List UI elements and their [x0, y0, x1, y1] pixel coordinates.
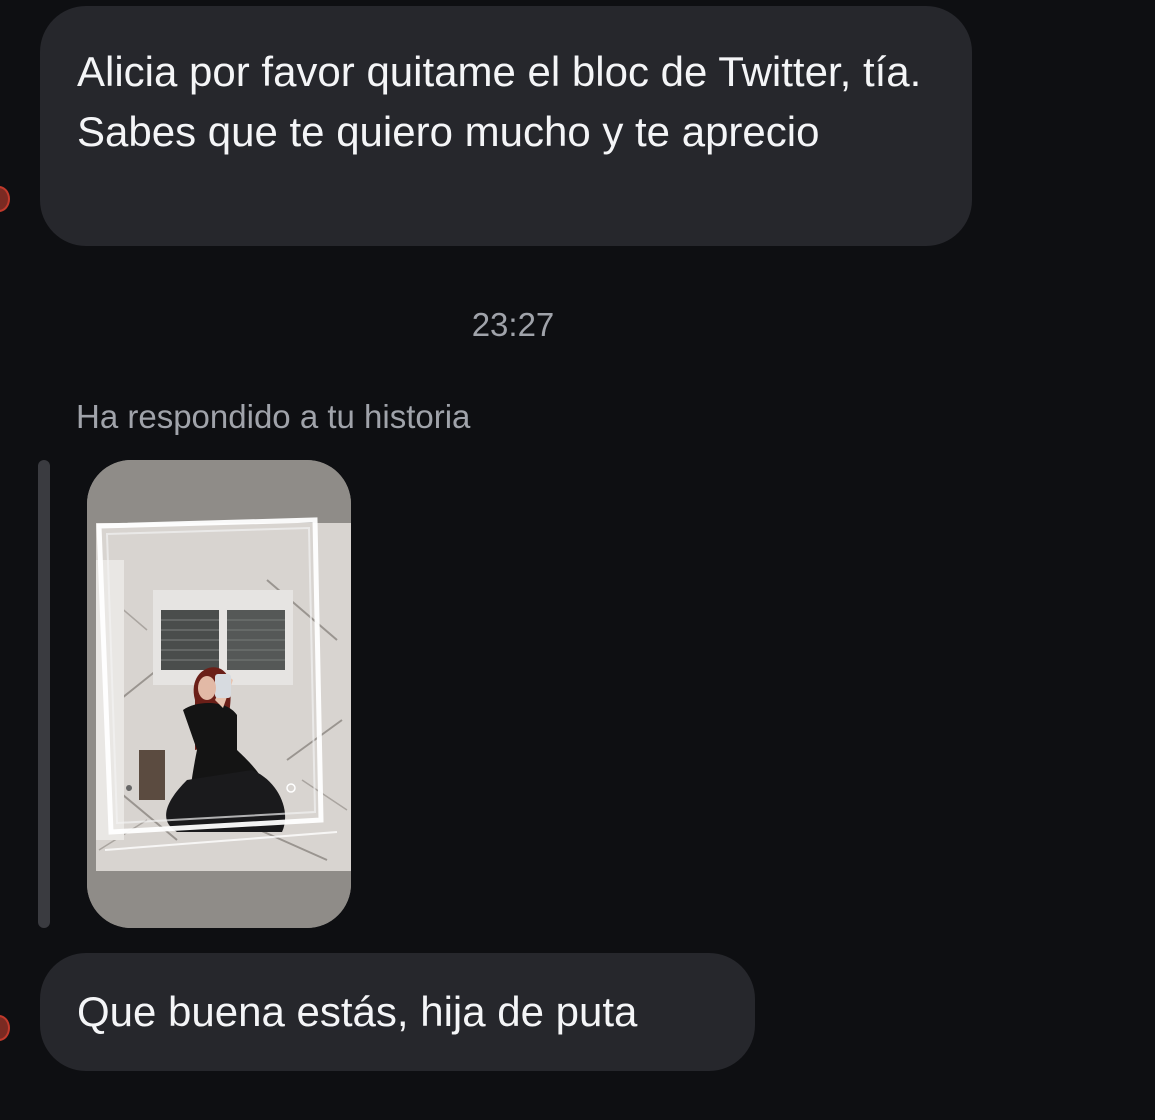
story-thumbnail[interactable]: [87, 460, 351, 928]
dm-thread: Alicia por favor quitame el bloc de Twit…: [0, 0, 1155, 1120]
story-photo: [87, 460, 351, 928]
story-reply-label: Ha respondido a tu historia: [76, 398, 471, 435]
incoming-message-bubble-2[interactable]: Que buena estás, hija de puta: [40, 953, 755, 1071]
message-timestamp: 23:27: [471, 306, 555, 343]
sender-avatar[interactable]: [0, 186, 10, 212]
sender-avatar-2[interactable]: [0, 1015, 10, 1041]
message-text-2: Que buena estás, hija de puta: [77, 988, 638, 1035]
reply-indicator-bar: [38, 460, 50, 928]
message-text: Alicia por favor quitame el bloc de Twit…: [77, 48, 922, 155]
incoming-message-bubble[interactable]: Alicia por favor quitame el bloc de Twit…: [40, 6, 972, 246]
